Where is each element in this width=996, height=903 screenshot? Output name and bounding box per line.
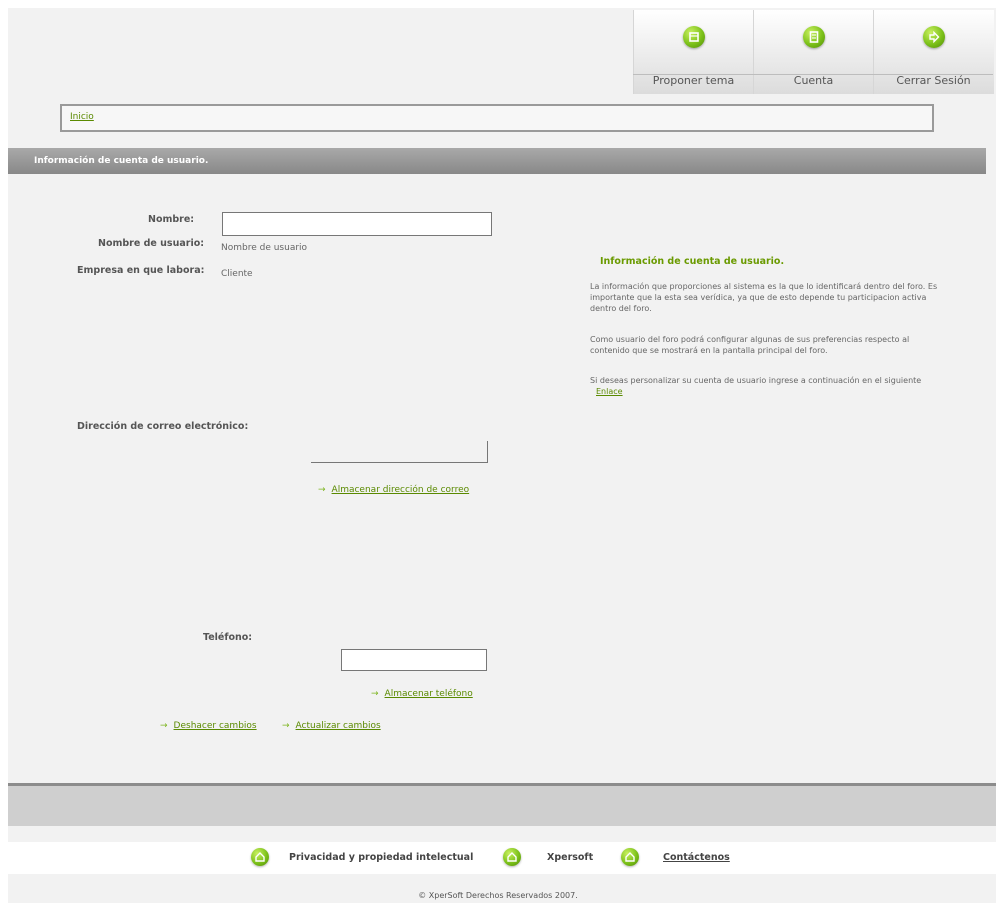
nav-account-button[interactable]: Cuenta	[754, 10, 874, 94]
undo-action: → Deshacer cambios	[160, 721, 257, 731]
privacy-icon	[251, 848, 269, 866]
phone-label: Teléfono:	[203, 632, 253, 643]
footer-xpersoft-link[interactable]: Xpersoft	[547, 852, 593, 863]
save-email-action: → Almacenar dirección de correo	[318, 485, 469, 495]
arrow-bullet-icon: →	[282, 721, 290, 731]
top-navigation: Proponer tema Cuenta Cerrar Sesión	[633, 10, 994, 94]
nav-account-label: Cuenta	[793, 74, 834, 87]
arrow-bullet-icon: →	[318, 485, 326, 495]
update-action: → Actualizar cambios	[282, 721, 381, 731]
info-paragraph-1: La información que proporciones al siste…	[590, 282, 938, 313]
company-value: Cliente	[221, 269, 253, 279]
arrow-bullet-icon: →	[371, 689, 379, 699]
copyright-text: © XperSoft Derechos Reservados 2007.	[418, 891, 578, 900]
save-phone-action: → Almacenar teléfono	[371, 689, 473, 699]
update-changes-link[interactable]: Actualizar cambios	[296, 721, 381, 731]
logout-arrow-icon	[922, 26, 945, 48]
footer-contact-link[interactable]: Contáctenos	[663, 852, 730, 863]
nav-propose-topic-label: Proponer tema	[652, 74, 735, 87]
footer-bar: Privacidad y propiedad intelectual Xpers…	[8, 842, 996, 874]
page-background	[8, 8, 996, 903]
xpersoft-icon	[503, 848, 521, 866]
info-panel-title: Información de cuenta de usuario.	[600, 256, 785, 267]
document-icon	[682, 26, 705, 48]
company-label: Empresa en que labora:	[77, 265, 205, 276]
info-paragraph-2: Como usuario del foro podrá configurar a…	[590, 335, 910, 355]
email-input[interactable]	[311, 441, 488, 463]
username-value: Nombre de usuario	[221, 243, 308, 253]
email-label: Dirección de correo electrónico:	[77, 421, 249, 432]
name-input[interactable]	[222, 212, 492, 236]
nav-propose-topic-button[interactable]: Proponer tema	[634, 10, 754, 94]
nav-logout-label: Cerrar Sesión	[896, 74, 971, 87]
nav-logout-button[interactable]: Cerrar Sesión	[874, 10, 993, 94]
save-email-link[interactable]: Almacenar dirección de correo	[332, 485, 470, 495]
breadcrumb: Inicio	[60, 104, 934, 132]
arrow-bullet-icon: →	[160, 721, 168, 731]
footer-privacy-link[interactable]: Privacidad y propiedad intelectual	[289, 852, 473, 863]
section-header-bar: Información de cuenta de usuario.	[8, 148, 986, 174]
name-label: Nombre:	[148, 214, 195, 225]
username-label: Nombre de usuario:	[98, 238, 205, 249]
customize-account-link[interactable]: Enlace	[596, 387, 623, 396]
footer-band	[8, 786, 996, 826]
save-phone-link[interactable]: Almacenar teléfono	[385, 689, 473, 699]
info-paragraph-3: Si deseas personalizar su cuenta de usua…	[590, 375, 950, 397]
info-paragraph-3-text: Si deseas personalizar su cuenta de usua…	[590, 376, 922, 385]
contact-icon	[621, 848, 639, 866]
phone-input[interactable]	[341, 649, 487, 671]
account-icon	[802, 26, 825, 48]
section-title: Información de cuenta de usuario.	[34, 156, 209, 166]
breadcrumb-home-link[interactable]: Inicio	[70, 112, 94, 122]
undo-changes-link[interactable]: Deshacer cambios	[174, 721, 257, 731]
nav-divider	[633, 74, 993, 75]
